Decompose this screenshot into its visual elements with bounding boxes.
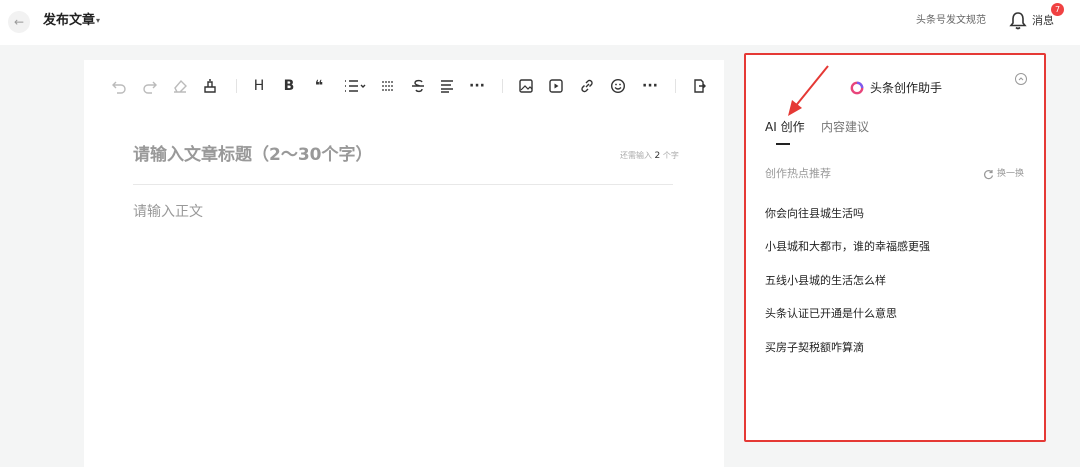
annotation-arrow	[788, 65, 829, 116]
quote-icon[interactable]: ❝	[309, 76, 329, 96]
editor-canvas	[84, 60, 724, 467]
insert-file-icon[interactable]	[689, 76, 709, 96]
back-button[interactable]: ←	[8, 11, 30, 33]
more-icon[interactable]: ···	[465, 76, 489, 96]
chevron-down-icon[interactable]: ▾	[96, 14, 100, 28]
align-icon[interactable]	[437, 76, 457, 96]
article-title-input[interactable]: 请输入文章标题（2～30个字）	[133, 144, 373, 166]
video-icon[interactable]	[546, 76, 566, 96]
topic-item[interactable]: 五线小县城的生活怎么样	[765, 274, 886, 288]
strikethrough-icon[interactable]	[408, 76, 428, 96]
redo-icon[interactable]	[140, 76, 160, 96]
arrow-left-icon: ←	[13, 15, 25, 29]
counter-number: 2	[654, 151, 661, 161]
topic-item[interactable]: 头条认证已开通是什么意思	[765, 307, 897, 321]
more-icon[interactable]: ···	[638, 76, 662, 96]
topic-item[interactable]: 小县城和大都市，谁的幸福感更强	[765, 240, 930, 254]
article-body-input[interactable]: 请输入正文	[133, 203, 203, 221]
refresh-button[interactable]: 换一换	[983, 167, 1024, 181]
bold-icon[interactable]: B	[279, 76, 299, 96]
eraser-icon[interactable]	[170, 76, 190, 96]
emoji-icon[interactable]	[608, 76, 628, 96]
toolbar-divider	[675, 79, 676, 93]
active-tab-indicator	[776, 143, 790, 145]
section-title: 创作热点推荐	[765, 167, 831, 180]
link-icon[interactable]	[577, 76, 597, 96]
refresh-icon	[984, 169, 994, 179]
bell-icon[interactable]	[1009, 11, 1027, 31]
refresh-label: 换一换	[997, 169, 1025, 179]
counter-suffix: 个字	[662, 151, 679, 160]
heading-icon[interactable]: H	[249, 76, 269, 96]
tab-ai-creation[interactable]: AI 创作	[765, 119, 805, 135]
page-title[interactable]: 发布文章	[43, 12, 95, 30]
list-icon[interactable]	[342, 76, 368, 96]
guideline-link[interactable]: 头条号发文规范	[916, 14, 986, 28]
title-char-counter: 还需输入 2 个字	[620, 150, 679, 162]
title-divider	[133, 184, 673, 185]
messages-link[interactable]: 消息	[1032, 13, 1054, 29]
assistant-title: 头条创作助手	[870, 81, 943, 95]
counter-prefix: 还需输入	[620, 151, 652, 160]
divider-icon[interactable]	[378, 76, 398, 96]
collapse-icon[interactable]	[1015, 73, 1027, 85]
notification-badge: 7	[1051, 3, 1064, 16]
format-painter-icon[interactable]	[200, 76, 220, 96]
undo-icon[interactable]	[109, 76, 129, 96]
topic-item[interactable]: 买房子契税额咋算滴	[765, 341, 864, 355]
topic-item[interactable]: 你会向往县城生活吗	[765, 207, 864, 221]
assistant-logo-icon	[850, 81, 864, 95]
image-icon[interactable]	[516, 76, 536, 96]
tab-content-suggestions[interactable]: 内容建议	[821, 119, 869, 135]
toolbar-divider	[502, 79, 503, 93]
toolbar-divider	[236, 79, 237, 93]
